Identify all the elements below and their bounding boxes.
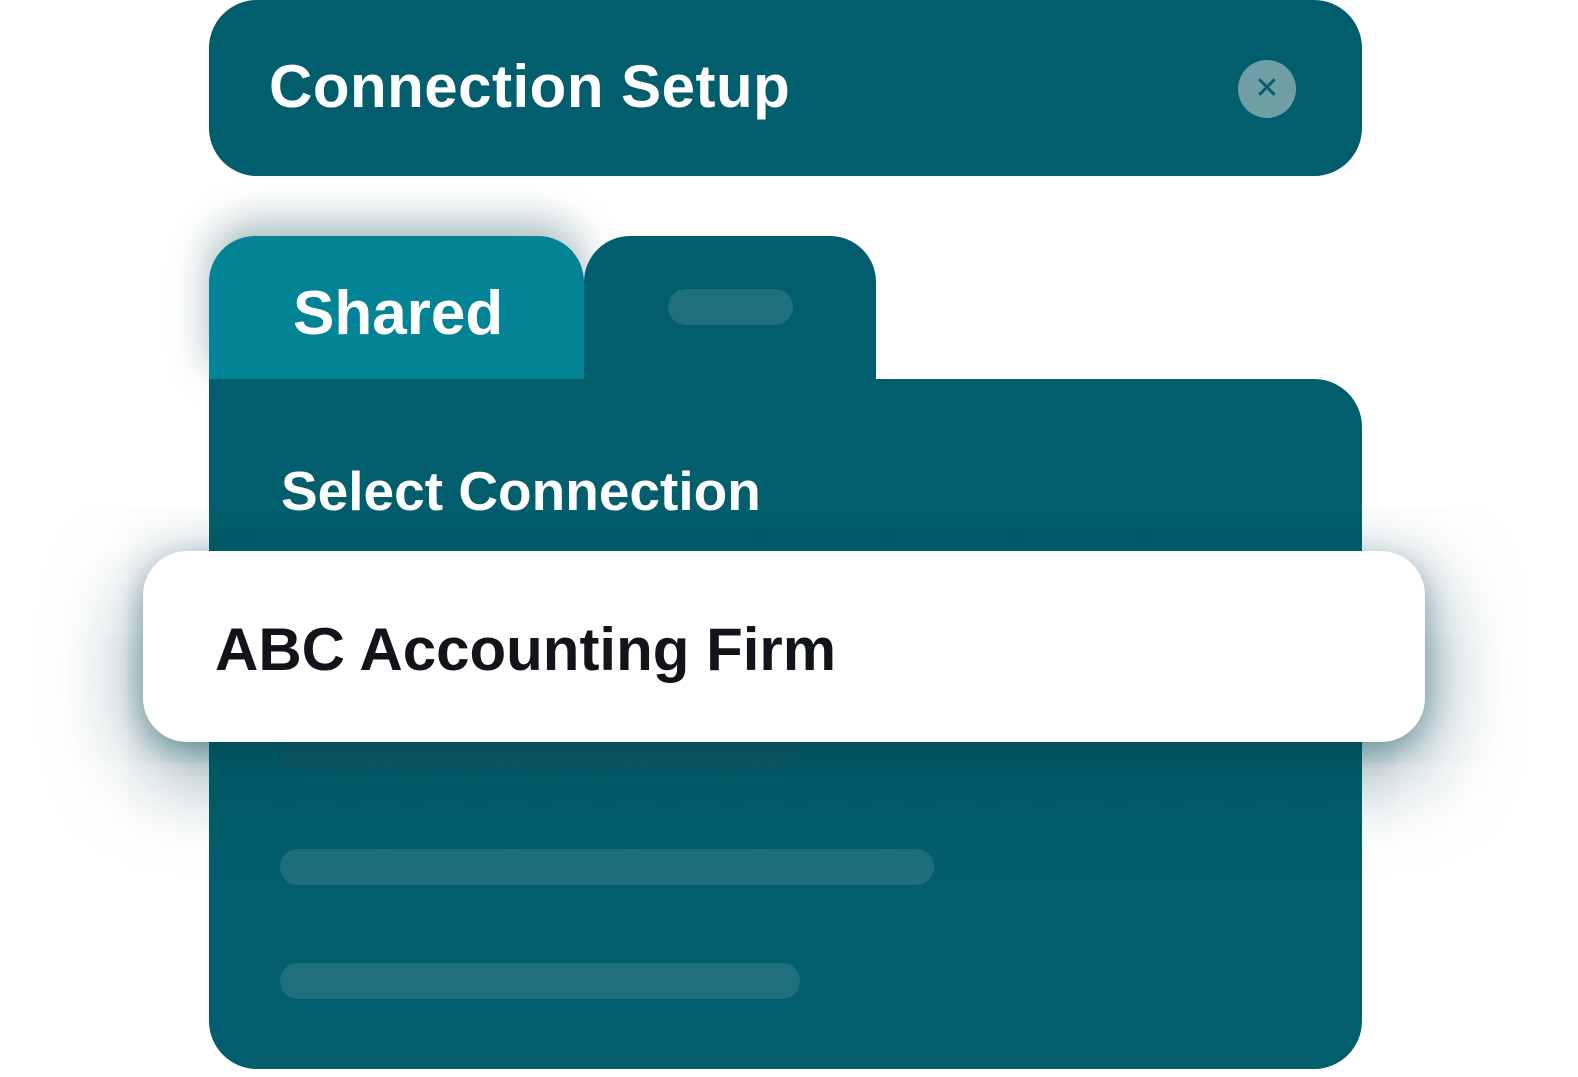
list-item-placeholder	[280, 963, 800, 999]
close-button[interactable]: ✕	[1238, 60, 1296, 118]
dialog-title: Connection Setup	[269, 53, 791, 120]
connection-option-label: ABC Accounting Firm	[215, 616, 837, 683]
tab-label-placeholder	[668, 289, 793, 325]
tab-shared-label: Shared	[293, 279, 504, 348]
tab-placeholder[interactable]	[584, 236, 876, 386]
tab-shared[interactable]: Shared	[209, 236, 584, 379]
close-icon: ✕	[1254, 72, 1280, 105]
select-connection-label: Select Connection	[281, 460, 761, 522]
connection-option-selected[interactable]: ABC Accounting Firm	[143, 551, 1425, 742]
list-item-placeholder	[280, 849, 934, 885]
connection-setup-header: Connection Setup ✕	[209, 0, 1362, 176]
